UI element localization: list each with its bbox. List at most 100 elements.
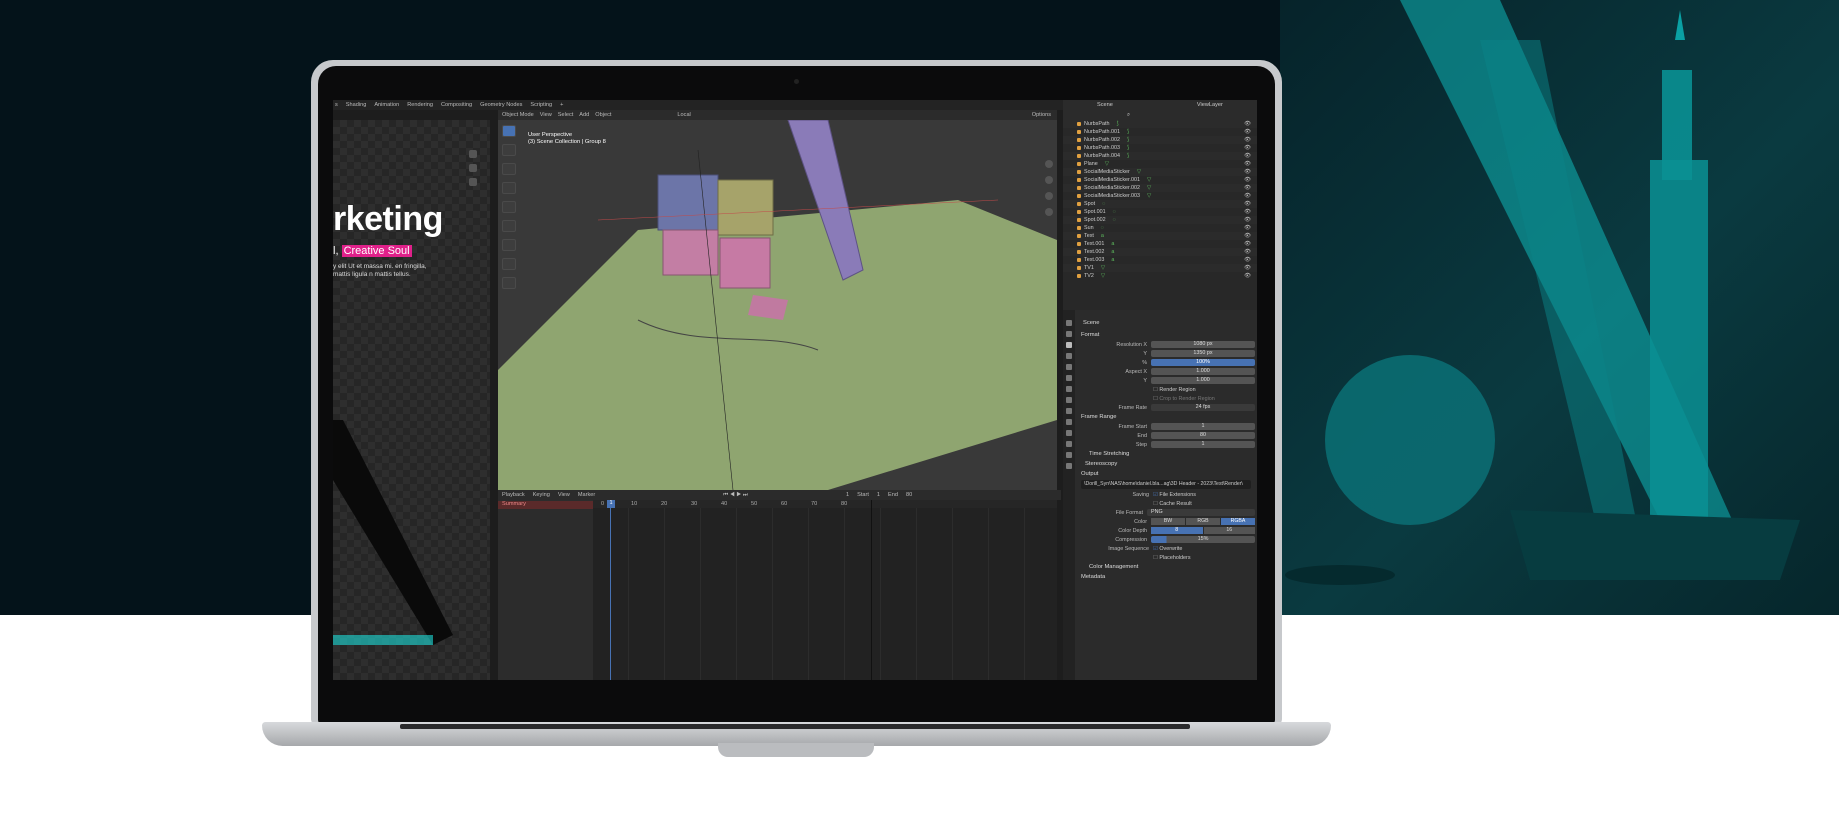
eye-icon[interactable]: 👁 — [1244, 169, 1251, 175]
tab-shading[interactable]: Shading — [346, 102, 367, 108]
object-tab-icon[interactable] — [1066, 386, 1072, 392]
select-tool-icon[interactable] — [502, 125, 516, 137]
list-item[interactable]: SocialMediaSticker.002 ▽ 👁 — [1063, 184, 1257, 192]
eye-icon[interactable]: 👁 — [1244, 137, 1251, 143]
scale-tool-icon[interactable] — [502, 201, 516, 213]
zoom-icon[interactable] — [469, 150, 477, 158]
camera-view-icon[interactable] — [1045, 192, 1053, 200]
eye-icon[interactable]: 👁 — [1244, 273, 1251, 279]
menu-keying[interactable]: Keying — [533, 492, 550, 498]
eye-icon[interactable]: 👁 — [1244, 217, 1251, 223]
texture-tab-icon[interactable] — [1066, 463, 1072, 469]
eye-icon[interactable]: 👁 — [1244, 129, 1251, 135]
view-layer-tab-icon[interactable] — [1066, 353, 1072, 359]
list-item[interactable]: NurbsPath.003 ⟆ 👁 — [1063, 144, 1257, 152]
annotate-tool-icon[interactable] — [502, 239, 516, 251]
menu-view[interactable]: View — [540, 112, 552, 118]
format-panel-header[interactable]: Format — [1077, 330, 1255, 340]
frame-rate-dropdown[interactable]: 24 fps — [1151, 404, 1255, 411]
resolution-pct-slider[interactable]: 100% — [1151, 359, 1255, 366]
pan-icon[interactable] — [469, 164, 477, 172]
eye-icon[interactable]: 👁 — [1244, 241, 1251, 247]
play-controls[interactable]: ⏮ ◀ ▶ ⏭ — [723, 492, 748, 499]
tab-scripting[interactable]: Scripting — [530, 102, 552, 108]
list-item[interactable]: Text a 👁 — [1063, 232, 1257, 240]
measure-tool-icon[interactable] — [502, 258, 516, 270]
tab-layout[interactable]: s — [335, 102, 338, 108]
list-item[interactable]: NurbsPath.004 ⟆ 👁 — [1063, 152, 1257, 160]
camera-icon[interactable] — [469, 178, 477, 186]
physics-tab-icon[interactable] — [1066, 419, 1072, 425]
add-cube-tool-icon[interactable] — [502, 277, 516, 289]
menu-marker[interactable]: Marker — [578, 492, 595, 498]
particles-tab-icon[interactable] — [1066, 408, 1072, 414]
list-item[interactable]: Text.003 a 👁 — [1063, 256, 1257, 264]
eye-icon[interactable]: 👁 — [1244, 233, 1251, 239]
list-item[interactable]: Text.002 a 👁 — [1063, 248, 1257, 256]
eye-icon[interactable]: 👁 — [1244, 193, 1251, 199]
menu-view[interactable]: View — [558, 492, 570, 498]
resolution-y-field[interactable]: 1350 px — [1151, 350, 1255, 357]
summary-channel[interactable]: Summary — [498, 501, 593, 509]
options-button[interactable]: Options — [1032, 112, 1051, 118]
list-item[interactable]: TV1 ▽ 👁 — [1063, 264, 1257, 272]
start-field[interactable]: 1 — [877, 492, 880, 498]
menu-add[interactable]: Add — [579, 112, 589, 118]
hand-icon[interactable] — [1045, 176, 1053, 184]
eye-icon[interactable]: 👁 — [1244, 209, 1251, 215]
constraints-tab-icon[interactable] — [1066, 430, 1072, 436]
aspect-x-field[interactable]: 1.000 — [1151, 368, 1255, 375]
render-tab-icon[interactable] — [1066, 331, 1072, 337]
list-item[interactable]: TV2 ▽ 👁 — [1063, 272, 1257, 280]
list-item[interactable]: Plane ▽ 👁 — [1063, 160, 1257, 168]
frame-end-field[interactable]: 80 — [1151, 432, 1255, 439]
playhead[interactable] — [610, 500, 611, 680]
eye-icon[interactable]: 👁 — [1244, 121, 1251, 127]
grid-icon[interactable] — [1045, 208, 1053, 216]
output-panel-header[interactable]: Output — [1077, 469, 1255, 479]
tab-compositing[interactable]: Compositing — [441, 102, 472, 108]
end-field[interactable]: 80 — [906, 492, 912, 498]
properties-search[interactable] — [1077, 310, 1255, 320]
eye-icon[interactable]: 👁 — [1244, 201, 1251, 207]
depth-8-option[interactable]: 8 — [1151, 527, 1203, 534]
frame-range-panel-header[interactable]: Frame Range — [1077, 412, 1255, 422]
tab-geometry-nodes[interactable]: Geometry Nodes — [480, 102, 522, 108]
data-tab-icon[interactable] — [1066, 441, 1072, 447]
current-frame-field[interactable]: 1 — [846, 492, 849, 498]
eye-icon[interactable]: 👁 — [1244, 177, 1251, 183]
modifier-tab-icon[interactable] — [1066, 397, 1072, 403]
placeholders-checkbox[interactable]: Placeholders — [1153, 555, 1190, 561]
outliner[interactable]: Scene ViewLayer ⌕ NurbsPath ⟆ 👁 NurbsPath.… — [1063, 100, 1257, 310]
file-extensions-checkbox[interactable]: File Extensions — [1153, 492, 1196, 498]
timeline-grid[interactable] — [593, 508, 1057, 680]
eye-icon[interactable]: 👁 — [1244, 249, 1251, 255]
move-tool-icon[interactable] — [502, 163, 516, 175]
tab-rendering[interactable]: Rendering — [407, 102, 433, 108]
list-item[interactable]: SocialMediaSticker ▽ 👁 — [1063, 168, 1257, 176]
rotate-tool-icon[interactable] — [502, 182, 516, 194]
menu-playback[interactable]: Playback — [502, 492, 525, 498]
cursor-tool-icon[interactable] — [502, 144, 516, 156]
mode-select[interactable]: Object Mode — [502, 112, 534, 118]
tab-animation[interactable]: Animation — [374, 102, 399, 108]
list-item[interactable]: NurbsPath.001 ⟆ 👁 — [1063, 128, 1257, 136]
world-tab-icon[interactable] — [1066, 375, 1072, 381]
eye-icon[interactable]: 👁 — [1244, 225, 1251, 231]
time-stretching-panel-header[interactable]: Time Stretching — [1077, 449, 1255, 459]
tool-tab-icon[interactable] — [1066, 320, 1072, 326]
list-item[interactable]: Spot.002 ◌ 👁 — [1063, 216, 1257, 224]
resolution-x-field[interactable]: 1080 px — [1151, 341, 1255, 348]
list-item[interactable]: SocialMediaSticker.001 ▽ 👁 — [1063, 176, 1257, 184]
output-tab-icon[interactable] — [1066, 342, 1072, 348]
eye-icon[interactable]: 👁 — [1244, 145, 1251, 151]
overwrite-checkbox[interactable]: Overwrite — [1153, 546, 1182, 552]
scene-tab-icon[interactable] — [1066, 364, 1072, 370]
list-item[interactable]: NurbsPath ⟆ 👁 — [1063, 120, 1257, 128]
transform-tool-icon[interactable] — [502, 220, 516, 232]
cache-result-checkbox[interactable]: Cache Result — [1153, 501, 1191, 507]
list-item[interactable]: Text.001 a 👁 — [1063, 240, 1257, 248]
timeline-editor[interactable]: Playback Keying View Marker ⏮ ◀ ▶ ⏭ 1 St… — [498, 490, 1061, 680]
playhead-frame[interactable]: 1 — [607, 500, 615, 508]
menu-select[interactable]: Select — [558, 112, 574, 118]
